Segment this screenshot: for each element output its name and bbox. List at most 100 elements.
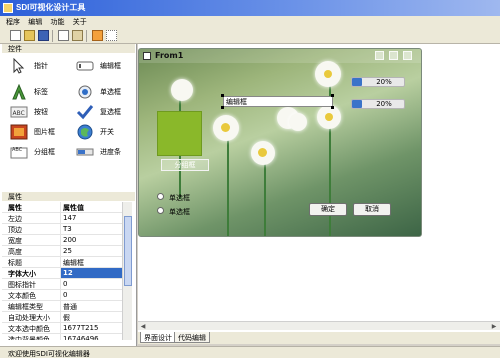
tab-ui-design[interactable]: 界面设计 bbox=[140, 332, 176, 343]
minimize-icon[interactable] bbox=[375, 51, 384, 60]
property-value[interactable]: 假 bbox=[60, 312, 128, 322]
form-radio-1[interactable] bbox=[157, 193, 164, 200]
left-panel: 控件 指针 编辑框 标签 单选框 ABC 按钮 复选框 图片框 开关 ABC 分… bbox=[0, 44, 137, 347]
form-title: From1 bbox=[155, 51, 184, 60]
canvas-horizontal-scrollbar[interactable]: ◀ ▶ bbox=[138, 321, 500, 330]
window-title: SDI可视化设计工具 bbox=[16, 3, 86, 12]
scroll-left-icon[interactable]: ◀ bbox=[139, 323, 147, 330]
control-label: 分组框 bbox=[34, 148, 55, 156]
property-row[interactable]: 自动处理大小 假 bbox=[2, 312, 132, 323]
menu-edit[interactable]: 编辑 bbox=[28, 17, 42, 27]
control-checkbox[interactable]: 复选框 bbox=[76, 102, 136, 122]
tab-code-edit[interactable]: 代码编辑 bbox=[174, 332, 210, 343]
property-value[interactable]: 147 bbox=[60, 213, 128, 223]
property-key: 标题 bbox=[8, 259, 22, 267]
resize-handle[interactable] bbox=[221, 106, 224, 109]
control-label: 开关 bbox=[100, 128, 114, 136]
maximize-icon[interactable] bbox=[389, 51, 398, 60]
properties-panel-title: 属性 bbox=[2, 192, 135, 201]
control-label: 编辑框 bbox=[100, 62, 121, 70]
property-value[interactable]: 16746496 bbox=[60, 334, 128, 340]
property-value[interactable]: 编辑框 bbox=[60, 257, 128, 267]
control-edit-box[interactable]: 编辑框 bbox=[76, 56, 136, 76]
property-row[interactable]: 选中背景颜色 16746496 bbox=[2, 334, 132, 340]
control-switch[interactable]: 开关 bbox=[76, 122, 136, 142]
property-row[interactable]: 顶边 T3 bbox=[2, 224, 132, 235]
progress-label: 20% bbox=[376, 78, 392, 86]
control-picture[interactable]: 图片框 bbox=[10, 122, 70, 142]
flower-core bbox=[258, 148, 267, 157]
property-value[interactable]: 0 bbox=[60, 290, 128, 300]
property-value[interactable]: 200 bbox=[60, 235, 128, 245]
property-key: 左边 bbox=[8, 215, 22, 223]
flower-decoration bbox=[171, 79, 193, 101]
property-value[interactable]: 12 bbox=[60, 268, 128, 278]
new-file-icon[interactable] bbox=[10, 30, 21, 41]
control-progress[interactable]: 进度条 bbox=[76, 142, 136, 162]
property-key: 自动处理大小 bbox=[8, 314, 50, 322]
save-icon[interactable] bbox=[38, 30, 49, 41]
control-group-box[interactable]: ABC 分组框 bbox=[10, 142, 70, 162]
property-value[interactable]: 普通 bbox=[60, 301, 128, 311]
property-value[interactable]: 25 bbox=[60, 246, 128, 256]
property-value[interactable]: 0 bbox=[60, 279, 128, 289]
label-icon bbox=[12, 84, 26, 100]
control-radio[interactable]: 单选框 bbox=[76, 82, 136, 102]
control-label: 进度条 bbox=[100, 148, 121, 156]
form-title-bar[interactable]: From1 bbox=[139, 49, 421, 63]
progress-icon bbox=[76, 148, 94, 156]
menu-program[interactable]: 程序 bbox=[6, 17, 20, 27]
scrollbar-thumb[interactable] bbox=[124, 216, 132, 286]
property-row[interactable]: 编辑框类型 普通 bbox=[2, 301, 132, 312]
open-folder-icon[interactable] bbox=[24, 30, 35, 41]
property-header-key: 属性 bbox=[8, 204, 22, 212]
control-label[interactable]: 标签 bbox=[10, 82, 70, 102]
grid-icon[interactable] bbox=[106, 30, 117, 41]
form-picture-box[interactable] bbox=[157, 111, 202, 156]
property-value[interactable]: 1677T215 bbox=[60, 323, 128, 333]
toolbar bbox=[0, 27, 500, 44]
form-edit-box[interactable]: 编辑框 bbox=[223, 96, 333, 107]
ok-button[interactable]: 确定 bbox=[309, 203, 347, 216]
scroll-right-icon[interactable]: ▶ bbox=[490, 323, 498, 330]
control-pointer[interactable]: 指针 bbox=[10, 56, 70, 76]
menu-function[interactable]: 功能 bbox=[50, 17, 64, 27]
cancel-button[interactable]: 取消 bbox=[353, 203, 391, 216]
property-key: 顶边 bbox=[8, 226, 22, 234]
property-row[interactable]: 文本颜色 0 bbox=[2, 290, 132, 301]
property-row[interactable]: 标题 编辑框 bbox=[2, 257, 132, 268]
progress-fill bbox=[352, 78, 362, 86]
toolbar-separator bbox=[52, 30, 53, 42]
align-icon[interactable] bbox=[92, 30, 103, 41]
close-icon[interactable] bbox=[403, 51, 412, 60]
title-bar: SDI可视化设计工具 bbox=[0, 0, 500, 16]
menu-about[interactable]: 关于 bbox=[73, 17, 87, 27]
flower-stem bbox=[264, 159, 266, 236]
control-label: 指针 bbox=[34, 62, 48, 70]
property-row[interactable]: 图标指针 0 bbox=[2, 279, 132, 290]
copy-icon[interactable] bbox=[58, 30, 69, 41]
property-row-selected[interactable]: 字体大小 12 bbox=[2, 268, 132, 279]
resize-handle[interactable] bbox=[331, 94, 334, 97]
property-value[interactable]: T3 bbox=[60, 224, 128, 234]
property-key: 字体大小 bbox=[8, 270, 36, 278]
property-row[interactable]: 左边 147 bbox=[2, 213, 132, 224]
control-label: 图片框 bbox=[34, 128, 55, 136]
form-radio-2[interactable] bbox=[157, 207, 164, 214]
design-form[interactable]: From1 编辑框 20% 20% 分组框 单选框 单选框 确定 取消 bbox=[138, 48, 422, 237]
paste-icon[interactable] bbox=[72, 30, 83, 41]
resize-handle[interactable] bbox=[331, 106, 334, 109]
property-row[interactable]: 宽度 200 bbox=[2, 235, 132, 246]
resize-handle[interactable] bbox=[221, 94, 224, 97]
controls-panel-title: 控件 bbox=[2, 44, 135, 53]
menu-bar: 程序 编辑 功能 关于 bbox=[0, 16, 500, 27]
property-scrollbar[interactable] bbox=[122, 202, 132, 340]
property-row[interactable]: 文本选中颜色 1677T215 bbox=[2, 323, 132, 334]
form-group-box[interactable]: 分组框 bbox=[161, 159, 209, 171]
control-button[interactable]: ABC 按钮 bbox=[10, 102, 70, 122]
flower-core bbox=[221, 123, 230, 132]
flower-decoration bbox=[289, 113, 307, 131]
design-canvas[interactable]: From1 编辑框 20% 20% 分组框 单选框 单选框 确定 取消 bbox=[138, 44, 500, 334]
svg-text:ABC: ABC bbox=[12, 147, 23, 153]
property-row[interactable]: 高度 25 bbox=[2, 246, 132, 257]
